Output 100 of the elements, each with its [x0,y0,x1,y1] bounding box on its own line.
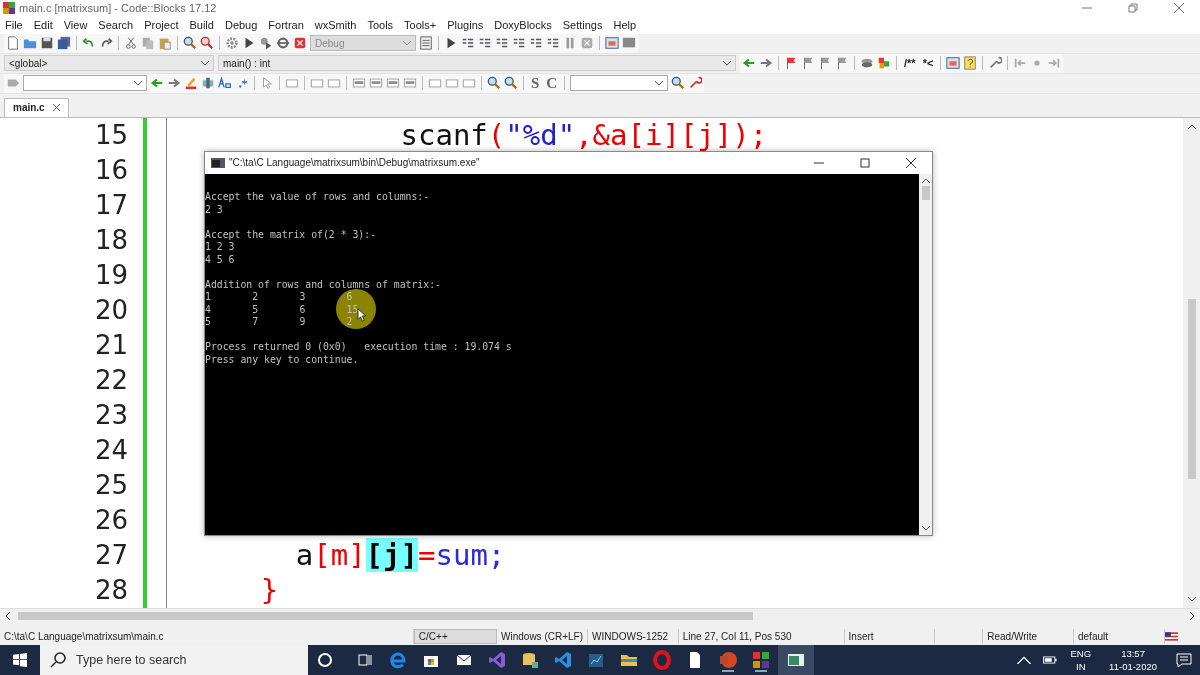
menu-item[interactable]: File [5,19,23,32]
console-output-line: Addition of rows and columns of matrix:- [205,278,441,290]
code-line: a[m][j]=sum; [294,538,506,573]
scroll-up-icon[interactable] [1187,123,1196,129]
console-scrollbar[interactable] [919,173,932,535]
console-output-line: Press any key to continue. [205,353,359,365]
restore-icon[interactable] [1128,3,1138,14]
target-settings-icon[interactable] [419,36,433,51]
html-icon[interactable] [946,56,961,71]
function-dropdown[interactable]: main() : int [218,55,736,72]
maximize-icon[interactable] [860,157,870,168]
menu-item[interactable]: Tools [367,19,394,32]
scroll-thumb[interactable] [1187,298,1196,479]
line-number: 18 [93,225,129,256]
menu-item[interactable]: DoxyBlocks [494,19,552,32]
code-line: scanf("%d",&a[i][j]); [399,118,768,153]
menu-item[interactable]: Help [613,19,637,32]
line-number: 20 [93,295,129,326]
line-number: 26 [93,505,129,536]
code-line: } [259,573,279,608]
menu-item[interactable]: View [63,19,88,32]
app-logo-icon [3,2,15,15]
line-number: 17 [93,190,129,221]
console-title: "C:\ta\C Language\matrixsum\bin\Debug\matrixsum.exe" [229,157,480,169]
tiles-icon[interactable] [751,649,771,670]
abort-icon[interactable] [293,36,307,51]
menu-item[interactable]: Debug [224,19,258,32]
doxy-line-button[interactable]: *< [920,57,936,70]
status-field: default [1074,629,1165,645]
debug-window-icon[interactable] [605,36,619,51]
mouse-pointer-icon [357,307,366,322]
scroll-thumb[interactable] [921,185,930,200]
status-field: Windows (CR+LF) [497,629,588,645]
chevron-down-icon[interactable] [134,80,142,86]
strike-s-button[interactable]: S [529,74,542,92]
search-icon [50,651,66,668]
menu-item[interactable]: Tools+ [404,19,437,32]
new-file-icon[interactable] [6,36,20,51]
menu-item[interactable]: Project [144,19,179,32]
close-icon[interactable] [906,157,916,168]
status-field: Read/Write [983,629,1074,645]
menu-item[interactable]: Edit [33,19,53,32]
scope-dropdown[interactable]: <global> [4,55,214,72]
doxy-block-button[interactable]: /** [902,57,918,70]
help-icon[interactable] [963,56,978,71]
vertical-scrollbar[interactable] [1183,117,1200,609]
console-output-line: Process returned 0 (0x0) execution time : 19.074 s [205,341,512,353]
scroll-thumb[interactable] [18,611,753,620]
puzzle-icon[interactable] [877,56,891,71]
input-language-indicator[interactable]: ENG IN [1070,646,1092,673]
save-all-icon[interactable] [57,36,71,51]
line-number: 15 [93,120,129,151]
paste-icon[interactable] [158,36,172,51]
scroll-left-icon[interactable] [5,611,10,620]
scroll-right-icon[interactable] [1190,611,1195,620]
opera-icon[interactable] [652,649,672,670]
console-output-line: 2 3 [205,203,223,215]
line-number: 24 [93,435,129,466]
menu-item[interactable]: Settings [562,19,603,32]
visual-studio-icon[interactable] [487,649,507,670]
chevron-down-icon[interactable] [201,60,209,66]
build-run-icon[interactable] [259,36,273,51]
chevron-up-icon[interactable] [1016,655,1031,664]
scroll-down-icon[interactable] [1187,597,1196,603]
save-icon[interactable] [40,36,54,51]
status-field: C:\ta\C Language\matrixsum\main.c [0,629,414,645]
taskbar-search-field[interactable]: Type here to search [40,644,308,675]
battery-icon[interactable] [1042,655,1057,664]
chevron-down-icon[interactable] [655,80,664,86]
stop-icon[interactable] [580,36,594,51]
windows-start-icon[interactable] [13,652,27,667]
status-field: C/C++ [413,629,498,645]
console-output-line: 1 2 3 [205,241,235,253]
console-output-line: Accept the value of rows and columns:- [205,191,430,203]
strike-c-button[interactable]: C [544,74,560,92]
menu-item[interactable]: Fortran [268,19,304,32]
console-app-icon[interactable] [777,644,814,675]
status-field: WINDOWS-1252 [588,629,679,645]
taskbar-clock[interactable]: 13:57 11-01-2020 [1109,646,1157,673]
menu-item[interactable]: Plugins [447,19,484,32]
file-tab[interactable]: main.c [4,97,69,117]
match-icon[interactable] [201,76,215,91]
console-output-line: 5 7 9 2 [205,316,353,328]
menu-item[interactable]: wxSmith [314,19,357,32]
console-icon [211,157,225,168]
line-number: 28 [93,575,129,606]
console-output-line: 4 5 6 15 [205,303,359,315]
horizontal-scrollbar[interactable] [0,608,1200,623]
scroll-up-icon[interactable] [921,177,930,183]
vs-code-icon[interactable] [553,649,573,670]
chevron-down-icon[interactable] [723,60,731,66]
powerpoint-icon[interactable] [718,649,738,670]
menu-item[interactable]: Search [98,19,134,32]
window-title: main.c [matrixsum] - Code::Blocks 17.12 [19,2,217,15]
scroll-down-icon[interactable] [921,525,930,531]
console-output-line: 4 5 6 [205,253,235,265]
highlight-icon[interactable] [184,76,198,91]
close-icon[interactable] [52,104,60,112]
line-number: 21 [93,330,129,361]
menu-item[interactable]: Build [189,19,214,32]
